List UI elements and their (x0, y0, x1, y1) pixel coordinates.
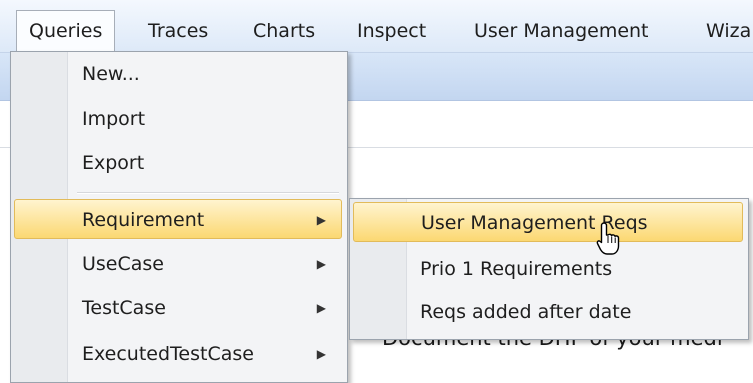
menu-queries[interactable]: Queries (16, 10, 116, 51)
menu-item-label: UseCase (82, 253, 164, 275)
menu-item-usecase[interactable]: UseCase ▶ (14, 244, 342, 284)
menu-item-requirement[interactable]: Requirement ▶ (14, 199, 342, 239)
queries-dropdown: New... Import Export Requirement ▶ UseCa… (10, 51, 348, 383)
menu-item-label: Import (82, 108, 146, 130)
menu-item-import[interactable]: Import (14, 99, 342, 139)
menu-item-testcase[interactable]: TestCase ▶ (14, 288, 342, 328)
mouse-pointer-icon (596, 222, 622, 261)
menu-item-label: Requirement (82, 209, 205, 231)
menu-item-label: Export (82, 152, 145, 174)
menu-item-new[interactable]: New... (14, 54, 342, 94)
menu-user-management[interactable]: User Management (462, 11, 661, 51)
menu-item-label: ExecutedTestCase (82, 343, 254, 365)
menu-item-executedtestcase[interactable]: ExecutedTestCase ▶ (14, 334, 342, 374)
submenu-item-user-management-reqs[interactable]: User Management Reqs (353, 202, 743, 242)
menu-separator (77, 192, 339, 193)
submenu-item-label: Prio 1 Requirements (420, 258, 613, 280)
submenu-item-label: Reqs added after date (420, 301, 632, 323)
menu-inspect[interactable]: Inspect (345, 11, 438, 51)
submenu-arrow-icon: ▶ (316, 257, 326, 271)
menu-traces[interactable]: Traces (136, 11, 220, 51)
menu-item-label: New... (82, 63, 140, 85)
submenu-arrow-icon: ▶ (316, 301, 326, 315)
menu-item-label: TestCase (82, 297, 166, 319)
menu-charts[interactable]: Charts (241, 11, 327, 51)
menu-bar: Queries Traces Charts Inspect User Manag… (0, 0, 753, 53)
menu-wizards[interactable]: Wiza (694, 11, 753, 51)
menu-item-export[interactable]: Export (14, 143, 342, 183)
submenu-item-reqs-added-after-date[interactable]: Reqs added after date (353, 292, 743, 332)
requirement-submenu: User Management Reqs Prio 1 Requirements… (349, 198, 749, 340)
submenu-arrow-icon: ▶ (316, 213, 326, 227)
submenu-arrow-icon: ▶ (316, 347, 326, 361)
submenu-item-prio1-requirements[interactable]: Prio 1 Requirements (353, 249, 743, 289)
